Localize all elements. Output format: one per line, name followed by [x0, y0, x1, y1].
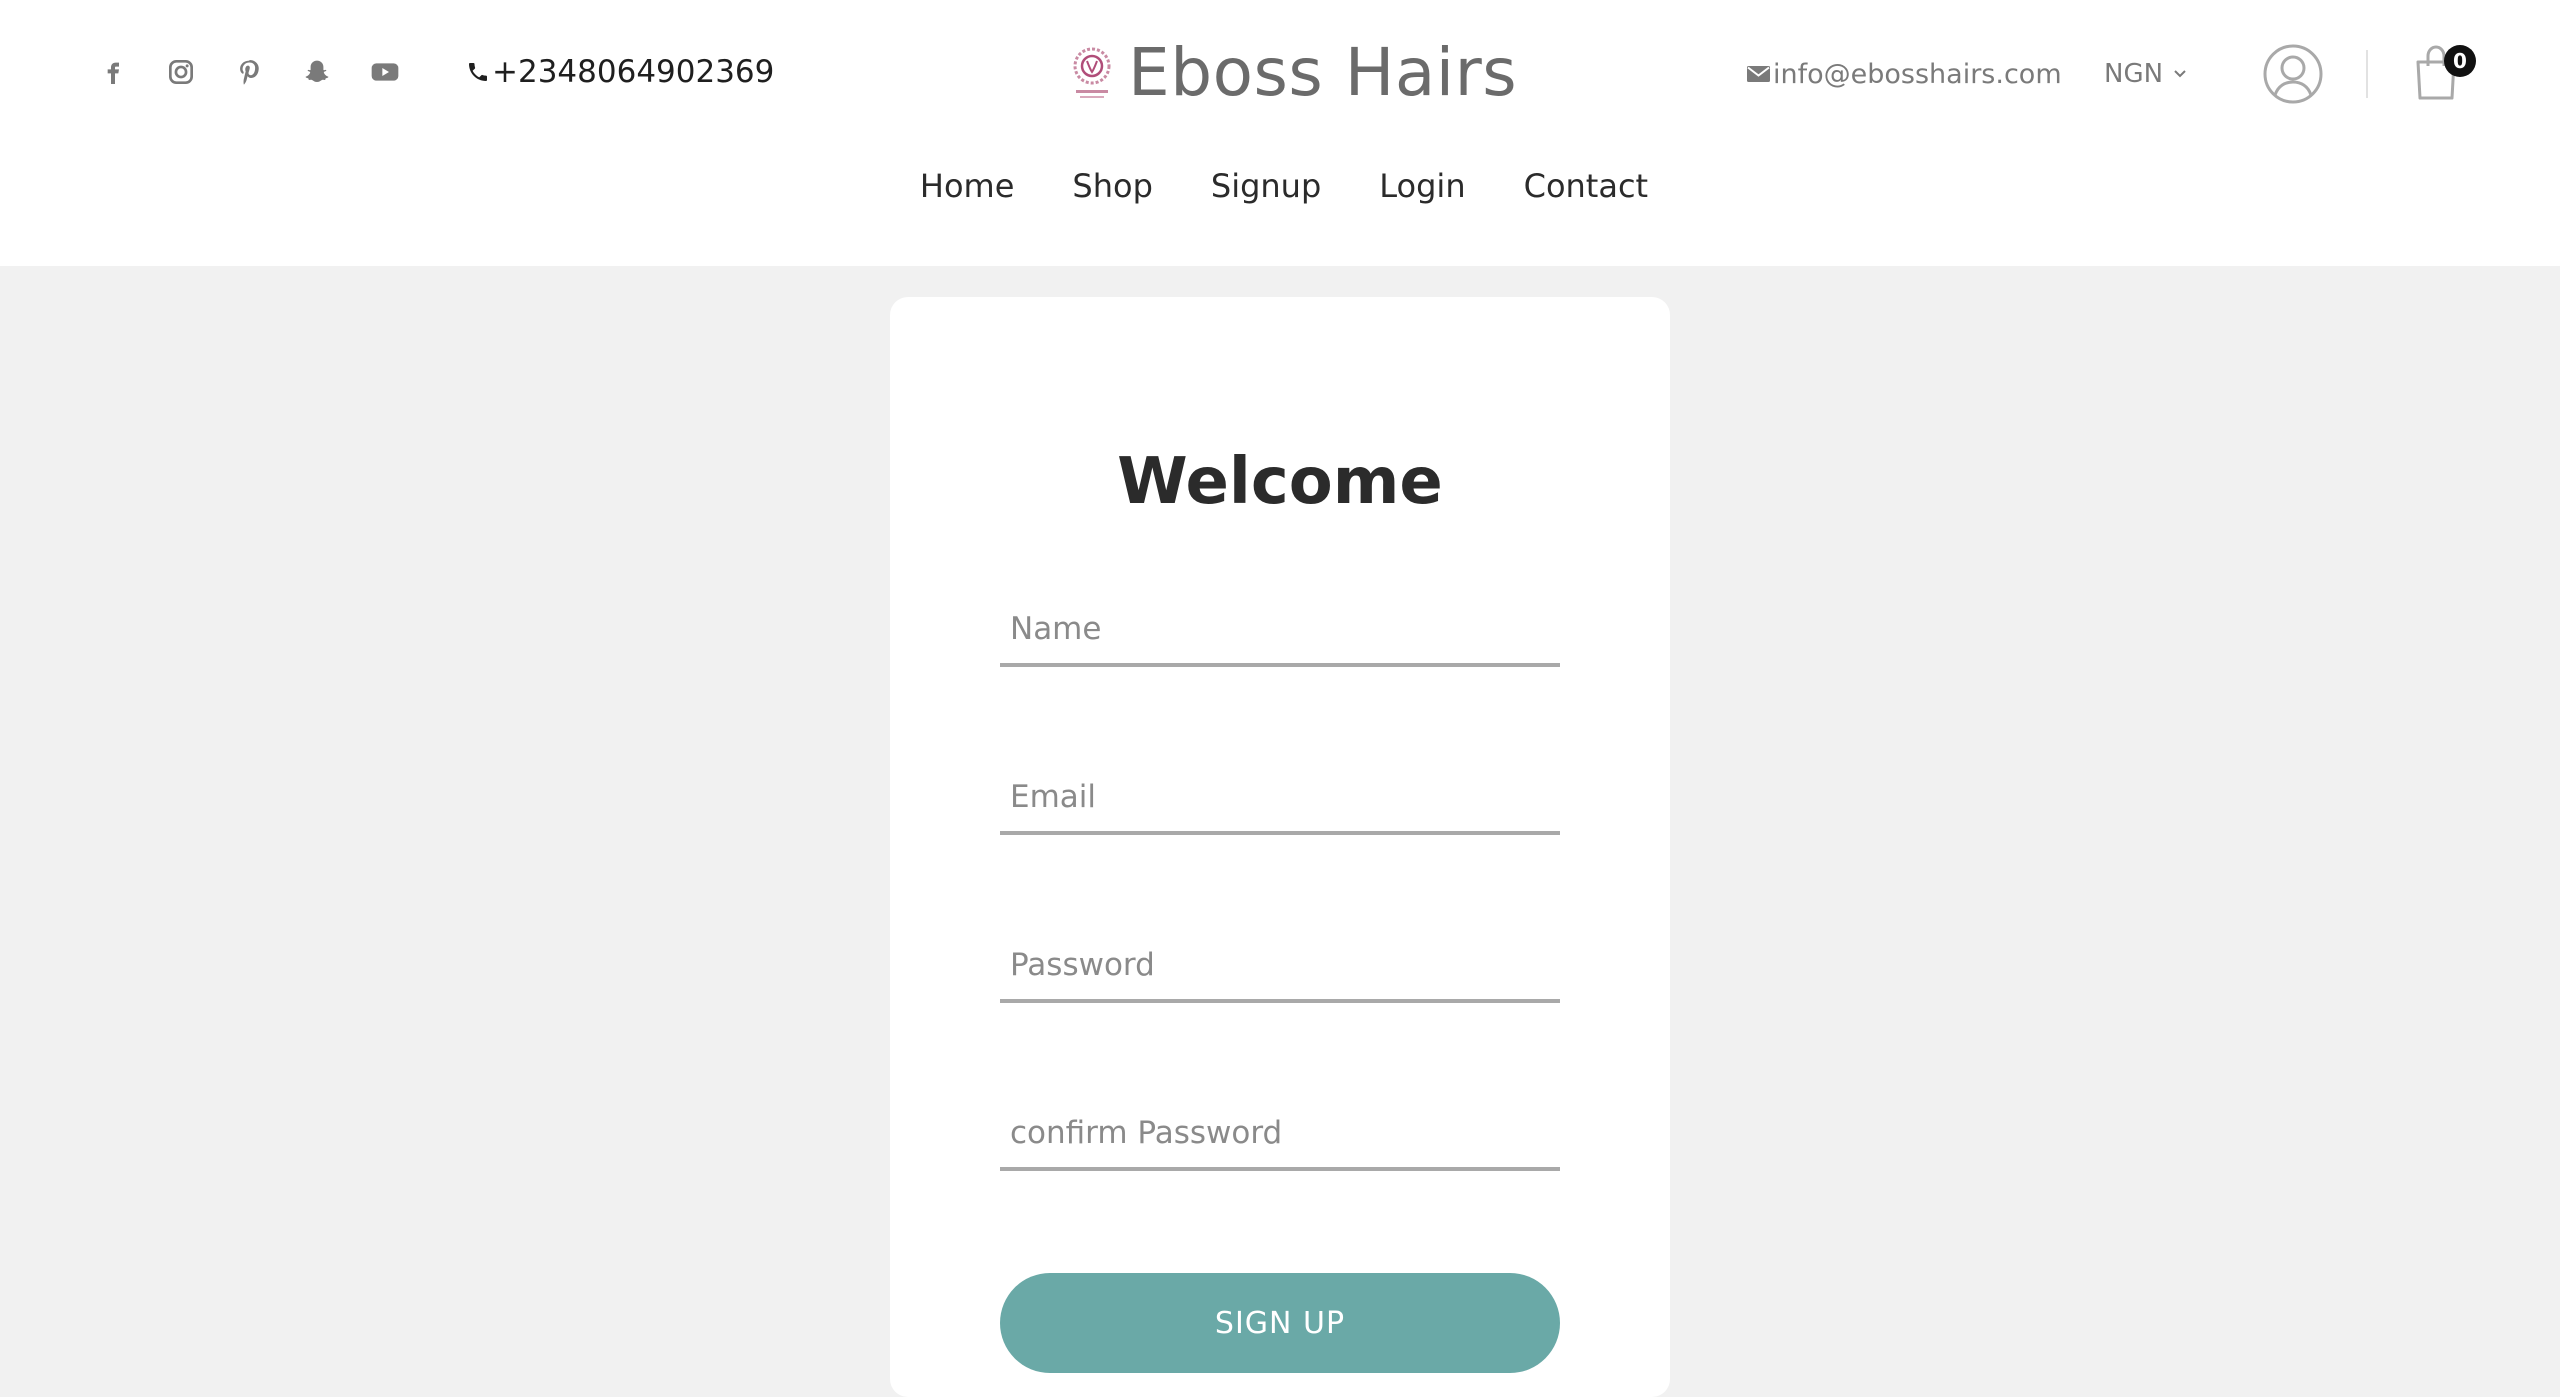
header-divider	[2366, 50, 2368, 98]
main-nav: Home Shop Signup Login Contact	[0, 160, 2560, 212]
signup-card: Welcome SIGN UP	[890, 297, 1670, 1397]
currency-selector[interactable]: NGN	[2104, 54, 2187, 94]
email-address: info@ebosshairs.com	[1773, 58, 2062, 90]
form-title: Welcome	[1117, 445, 1443, 519]
chevron-down-icon	[2174, 70, 2186, 78]
phone-contact[interactable]: +2348064902369	[466, 50, 774, 94]
cart-count-badge: 0	[2444, 45, 2476, 77]
brand-name: Eboss Hairs	[1128, 33, 1518, 111]
nav-home[interactable]: Home	[920, 167, 1015, 205]
brand-logo-icon	[1073, 47, 1111, 98]
currency-value: NGN	[2104, 59, 2164, 89]
instagram-icon[interactable]	[164, 55, 198, 89]
brand-logo-link[interactable]: Eboss Hairs	[1068, 30, 1517, 114]
phone-icon	[469, 63, 487, 81]
facebook-icon[interactable]	[96, 55, 130, 89]
nav-shop[interactable]: Shop	[1072, 167, 1152, 205]
nav-contact[interactable]: Contact	[1524, 167, 1649, 205]
email-input[interactable]	[1000, 763, 1560, 835]
password-input[interactable]	[1000, 931, 1560, 1003]
nav-signup[interactable]: Signup	[1211, 167, 1321, 205]
youtube-icon[interactable]	[368, 55, 402, 89]
nav-login[interactable]: Login	[1379, 167, 1465, 205]
snapchat-icon[interactable]	[300, 55, 334, 89]
name-input[interactable]	[1000, 595, 1560, 667]
social-links	[96, 50, 436, 94]
user-account-icon[interactable]	[2262, 43, 2324, 105]
site-header: +2348064902369 Eboss Hairs info@ebosshai…	[0, 0, 2560, 266]
phone-number: +2348064902369	[492, 54, 775, 90]
envelope-icon	[1747, 66, 1770, 82]
email-contact[interactable]: info@ebosshairs.com	[1746, 54, 2062, 94]
signup-button[interactable]: SIGN UP	[1000, 1273, 1560, 1373]
confirm-password-input[interactable]	[1000, 1099, 1560, 1171]
pinterest-icon[interactable]	[232, 55, 266, 89]
